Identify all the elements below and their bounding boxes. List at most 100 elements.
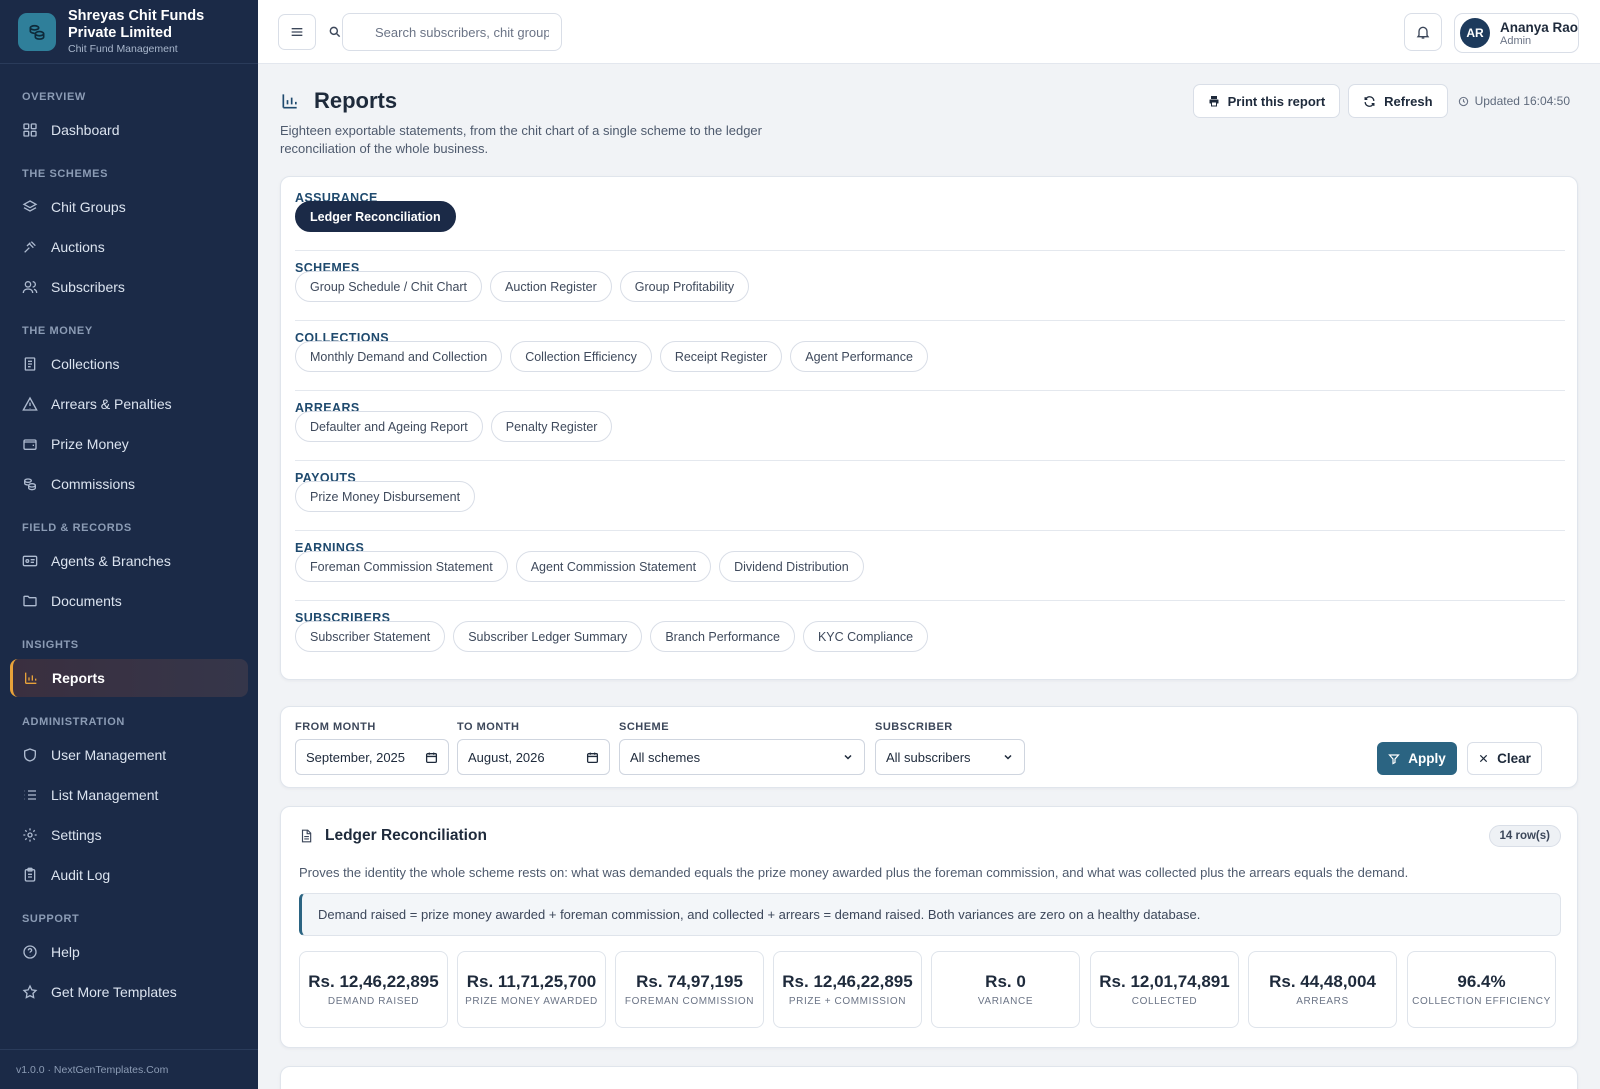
refresh-button[interactable]: Refresh: [1348, 84, 1448, 118]
sidebar-item-collections[interactable]: Collections: [10, 345, 248, 383]
shield-icon: [24, 748, 36, 762]
sidebar-item-settings[interactable]: Settings: [10, 816, 248, 854]
sidebar-item-label: Get More Templates: [51, 984, 177, 1000]
sidebar-item-label: Audit Log: [51, 867, 111, 883]
notifications-button[interactable]: [1404, 13, 1442, 51]
search-input[interactable]: [342, 13, 562, 51]
report-chip-foreman-commission[interactable]: Foreman Commission Statement: [295, 551, 508, 582]
gear-icon: [23, 828, 37, 842]
report-chip-subscriber-ledger[interactable]: Subscriber Ledger Summary: [453, 621, 643, 652]
report-chip-auction-register[interactable]: Auction Register: [490, 271, 612, 302]
clear-button[interactable]: Clear: [1467, 742, 1542, 775]
page-description: Eighteen exportable statements, from the…: [280, 123, 762, 156]
report-chip-defaulter-ageing[interactable]: Defaulter and Ageing Report: [295, 411, 483, 442]
stat-arrears: Rs. 44,48,004 Arrears: [1248, 951, 1397, 1028]
report-chip-collection-efficiency[interactable]: Collection Efficiency: [510, 341, 652, 372]
from-month-input[interactable]: September, 2025: [295, 739, 449, 775]
sidebar-item-label: Subscribers: [51, 279, 125, 295]
folder-icon: [23, 595, 37, 607]
sidebar-item-auctions[interactable]: Auctions: [10, 228, 248, 266]
scheme-value: All schemes: [630, 749, 701, 765]
clipboard-icon: [24, 867, 36, 882]
report-chip-penalty-register[interactable]: Penalty Register: [490, 411, 613, 442]
calendar-icon: [586, 752, 599, 763]
sidebar-item-label: Agents & Branches: [51, 553, 171, 569]
user-name: Ananya Rao: [1499, 19, 1579, 35]
report-chip-ledger-reconciliation[interactable]: Ledger Reconciliation: [295, 201, 456, 232]
chevron-down-icon: [844, 754, 852, 760]
report-chip-prize-disbursement[interactable]: Prize Money Disbursement: [295, 481, 476, 512]
coins-icon: [24, 478, 36, 491]
apply-label: Apply: [1408, 751, 1446, 766]
report-catalog: Assurance Ledger Reconciliation Schemes …: [280, 176, 1578, 680]
sidebar-item-label: Chit Groups: [51, 199, 126, 215]
menu-toggle-button[interactable]: [278, 14, 316, 50]
sidebar-item-user-management[interactable]: User Management: [10, 736, 248, 774]
sidebar-item-label: List Management: [51, 787, 159, 803]
warning-icon: [22, 396, 38, 411]
stat-label: Arrears: [1296, 996, 1349, 1008]
scheme-select[interactable]: All schemes: [619, 739, 865, 775]
stat-label: Collected: [1131, 996, 1198, 1008]
stat-label: Prize + Commission: [788, 996, 907, 1008]
refresh-label: Refresh: [1384, 93, 1433, 109]
report-chip-branch-performance[interactable]: Branch Performance: [650, 621, 795, 652]
gavel-icon: [24, 241, 36, 253]
sidebar-item-get-more-templates[interactable]: Get More Templates: [10, 973, 248, 1011]
sidebar-item-arrears[interactable]: Arrears & Penalties: [10, 385, 248, 423]
report-chip-receipt-register[interactable]: Receipt Register: [659, 341, 783, 372]
catalog-group-earnings: Earnings Foreman Commission Statement Ag…: [295, 541, 1565, 601]
sidebar-item-label: User Management: [51, 747, 167, 763]
printer-icon: [1209, 96, 1219, 107]
sidebar-item-audit-log[interactable]: Audit Log: [10, 856, 248, 894]
stat-collected: Rs. 12,01,74,891 Collected: [1090, 951, 1239, 1028]
report-chip-monthly-demand[interactable]: Monthly Demand and Collection: [295, 341, 503, 372]
nav-section-support: Support: [22, 913, 80, 925]
user-menu[interactable]: AR Ananya Rao Admin: [1454, 13, 1579, 53]
sidebar-item-reports[interactable]: Reports: [10, 659, 248, 697]
bar-chart-icon: [25, 672, 37, 684]
report-chip-dividend-distribution[interactable]: Dividend Distribution: [719, 551, 864, 582]
report-chip-kyc-compliance[interactable]: KYC Compliance: [802, 621, 929, 652]
sidebar-item-commissions[interactable]: Commissions: [10, 465, 248, 503]
subscriber-select[interactable]: All subscribers: [875, 739, 1025, 775]
bell-icon: [1416, 26, 1430, 39]
stat-value: Rs. 12,46,22,895: [308, 971, 439, 991]
list-icon: [24, 790, 36, 800]
print-report-button[interactable]: Print this report: [1192, 84, 1341, 118]
close-icon: [1479, 754, 1488, 763]
nav-section-money: The Money: [22, 325, 93, 337]
to-month-value: August, 2026: [468, 749, 545, 765]
sidebar-item-subscribers[interactable]: Subscribers: [10, 268, 248, 306]
report-chip-group-schedule[interactable]: Group Schedule / Chit Chart: [295, 271, 483, 302]
sidebar-item-list-management[interactable]: List Management: [10, 776, 248, 814]
clear-label: Clear: [1497, 751, 1531, 766]
sidebar-item-agents-branches[interactable]: Agents & Branches: [10, 542, 248, 580]
report-chip-agent-performance[interactable]: Agent Performance: [790, 341, 928, 372]
sidebar-item-label: Settings: [51, 827, 102, 843]
wallet-icon: [23, 439, 37, 450]
users-icon: [22, 281, 38, 294]
chevron-down-icon: [1004, 754, 1012, 760]
print-label: Print this report: [1227, 93, 1326, 109]
to-month-input[interactable]: August, 2026: [457, 739, 610, 775]
hamburger-icon: [291, 28, 303, 36]
nav-section-insights: Insights: [22, 639, 79, 651]
brand-name: Shreyas Chit Funds Private Limited: [68, 8, 205, 41]
scheme-label: Scheme: [619, 721, 670, 733]
sidebar-item-chit-groups[interactable]: Chit Groups: [10, 188, 248, 226]
sidebar-item-dashboard[interactable]: Dashboard: [10, 111, 248, 149]
catalog-group-subscribers: Subscribers Subscriber Statement Subscri…: [295, 611, 1565, 671]
report-chip-agent-commission[interactable]: Agent Commission Statement: [515, 551, 712, 582]
sidebar-item-help[interactable]: Help: [10, 933, 248, 971]
sidebar-item-documents[interactable]: Documents: [10, 582, 248, 620]
sidebar-item-label: Commissions: [51, 476, 136, 492]
apply-button[interactable]: Apply: [1377, 742, 1457, 775]
report-chip-group-profitability[interactable]: Group Profitability: [619, 271, 750, 302]
sidebar-item-prize-money[interactable]: Prize Money: [10, 425, 248, 463]
stat-prize-plus-commission: Rs. 12,46,22,895 Prize + Commission: [773, 951, 922, 1028]
report-chip-subscriber-statement[interactable]: Subscriber Statement: [295, 621, 446, 652]
receipt-icon: [24, 357, 36, 371]
page-title: Reports: [314, 88, 398, 113]
main-content: Reports Eighteen exportable statements, …: [258, 64, 1600, 1089]
